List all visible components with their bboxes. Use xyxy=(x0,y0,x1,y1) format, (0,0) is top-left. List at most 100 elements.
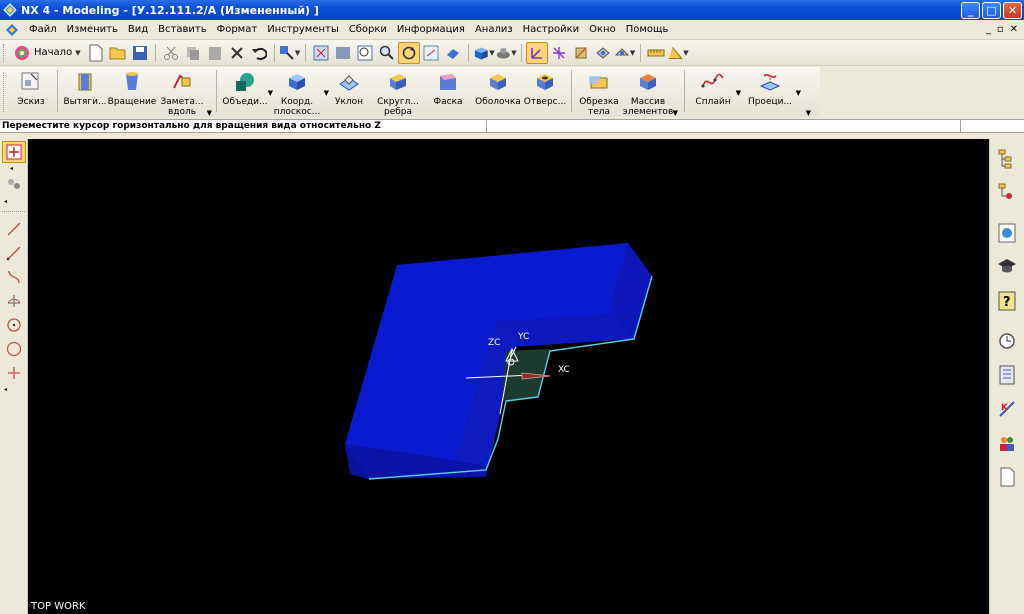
magnify-button[interactable] xyxy=(376,42,398,64)
measure-distance-button[interactable] xyxy=(645,42,667,64)
wcs-display-button[interactable] xyxy=(525,41,548,64)
line-tool-button[interactable] xyxy=(2,218,26,240)
model-viewport[interactable]: XC YC ZC xyxy=(28,139,989,614)
delete-button[interactable] xyxy=(226,42,248,64)
zoom-button[interactable] xyxy=(354,42,376,64)
process-studio-tab[interactable]: K xyxy=(994,395,1020,423)
start-button[interactable]: Начало ▼ xyxy=(9,42,85,64)
revolve-button[interactable]: Вращение xyxy=(108,70,156,107)
palette-tab[interactable] xyxy=(994,361,1020,389)
datum-plane-button[interactable]: Коорд. плоскос... ▼ xyxy=(269,70,329,117)
menu-format[interactable]: Формат xyxy=(212,24,263,35)
open-button[interactable] xyxy=(107,42,129,64)
menu-assemblies[interactable]: Сборки xyxy=(344,24,392,35)
mdi-close-button[interactable]: ✕ xyxy=(1010,24,1018,35)
render-style-button[interactable]: ▼ xyxy=(473,42,495,64)
sweep-along-guide-button[interactable]: Замета... вдоль ▼ xyxy=(156,70,212,117)
expand-arrow[interactable]: ◂ xyxy=(0,386,27,393)
web-browser-icon xyxy=(998,223,1016,243)
line-by-points-button[interactable] xyxy=(2,242,26,264)
menu-preferences[interactable]: Настройки xyxy=(518,24,584,35)
sketch-tool-button[interactable] xyxy=(2,141,26,163)
sketch-button[interactable]: Эскиз xyxy=(9,70,53,107)
toolbar-grip[interactable] xyxy=(3,43,6,62)
save-button[interactable] xyxy=(129,42,151,64)
help-tab[interactable]: ? xyxy=(994,287,1020,315)
cut-button[interactable] xyxy=(160,42,182,64)
circle-tool-button[interactable] xyxy=(2,338,26,360)
menu-edit[interactable]: Изменить xyxy=(62,24,123,35)
fit-button[interactable] xyxy=(310,42,332,64)
edge-blend-button[interactable]: Скругл... ребра xyxy=(373,70,423,117)
training-tab[interactable] xyxy=(994,253,1020,281)
rotate-button[interactable] xyxy=(397,41,420,64)
menu-analysis[interactable]: Анализ xyxy=(470,24,518,35)
circle-center-button[interactable] xyxy=(2,314,26,336)
copy-button[interactable] xyxy=(182,42,204,64)
extrude-button[interactable]: Вытяги... xyxy=(62,70,108,107)
l-shaped-solid-body[interactable] xyxy=(345,243,653,480)
menu-window[interactable]: Окно xyxy=(584,24,621,35)
internet-explorer-tab[interactable] xyxy=(994,219,1020,247)
chevron-down-icon[interactable]: ▼ xyxy=(207,108,212,118)
part-navigator-tab[interactable] xyxy=(994,179,1020,207)
minimize-button[interactable]: _ xyxy=(961,1,980,19)
point-tool-button[interactable] xyxy=(2,290,26,312)
system-scenes-tab[interactable] xyxy=(994,463,1020,491)
draft-button[interactable]: Уклон xyxy=(325,70,373,107)
hole-button[interactable]: Отверс... xyxy=(523,70,567,107)
filter-icon xyxy=(279,45,294,60)
chevron-down-icon[interactable]: ▼ xyxy=(796,88,801,98)
graduation-cap-icon xyxy=(998,259,1016,273)
menu-information[interactable]: Информация xyxy=(392,24,470,35)
chamfer-button[interactable]: Фаска xyxy=(423,70,473,107)
roles-tab[interactable] xyxy=(994,429,1020,457)
nx-app-icon[interactable] xyxy=(3,3,17,17)
chain-tool-button[interactable] xyxy=(2,174,26,196)
chevron-down-icon[interactable]: ▼ xyxy=(736,88,741,98)
crosshair-button[interactable] xyxy=(2,362,26,384)
history-tab[interactable] xyxy=(994,327,1020,355)
wcs-rotate-button[interactable] xyxy=(570,42,592,64)
close-button[interactable]: ✕ xyxy=(1003,1,1022,19)
project-curve-button[interactable]: Проеци... ▼ ▼ xyxy=(743,70,811,117)
menu-help[interactable]: Помощь xyxy=(621,24,674,35)
wcs-dynamics-button[interactable] xyxy=(592,42,614,64)
maximize-button[interactable]: □ xyxy=(982,1,1001,19)
process-studio-icon: K xyxy=(999,401,1015,417)
menu-tools[interactable]: Инструменты xyxy=(262,24,344,35)
menu-view[interactable]: Вид xyxy=(123,24,153,35)
mdi-restore-button[interactable]: ▫ xyxy=(997,24,1004,35)
feature-label: Обрезка тела xyxy=(579,97,619,117)
assembly-navigator-tab[interactable] xyxy=(994,145,1020,173)
instance-feature-button[interactable]: Массив элементов ▼ xyxy=(622,70,678,117)
perspective-button[interactable] xyxy=(442,42,464,64)
arc-tool-button[interactable] xyxy=(2,266,26,288)
orient-view-button[interactable]: ▼ xyxy=(495,42,517,64)
select-filter-button[interactable]: ▼ xyxy=(279,42,301,64)
new-file-button[interactable] xyxy=(85,42,107,64)
toolbar-grip[interactable] xyxy=(3,72,6,112)
graphics-window[interactable]: XC YC ZC TOP WORK xyxy=(28,139,989,614)
shell-button[interactable]: Оболочка xyxy=(473,70,523,107)
paste-button[interactable] xyxy=(204,42,226,64)
menu-file[interactable]: Файл xyxy=(24,24,62,35)
expand-arrow[interactable]: ◂ xyxy=(0,165,27,172)
nx-menu-icon[interactable] xyxy=(4,23,20,37)
start-label: Начало xyxy=(34,47,73,58)
chevron-down-icon[interactable]: ▼ xyxy=(806,108,811,118)
expand-arrow[interactable]: ◂ xyxy=(0,198,27,205)
menu-insert[interactable]: Вставить xyxy=(153,24,211,35)
wcs-orient-button[interactable]: ▼ xyxy=(614,42,636,64)
spline-button[interactable]: Сплайн ▼ xyxy=(689,70,741,107)
unite-button[interactable]: Объеди... ▼ xyxy=(221,70,273,107)
chevron-down-icon[interactable]: ▼ xyxy=(673,108,678,118)
wcs-origin-button[interactable] xyxy=(548,42,570,64)
zoom-window-button[interactable] xyxy=(332,42,354,64)
undo-button[interactable] xyxy=(248,42,270,64)
measure-angle-button[interactable]: ▼ xyxy=(667,42,689,64)
pan-button[interactable] xyxy=(420,42,442,64)
feature-toolbar: Эскиз Вытяги... Вращение Замета... вдоль… xyxy=(0,67,820,117)
mdi-minimize-button[interactable]: _ xyxy=(986,24,991,35)
trim-body-button[interactable]: Обрезка тела xyxy=(576,70,622,117)
